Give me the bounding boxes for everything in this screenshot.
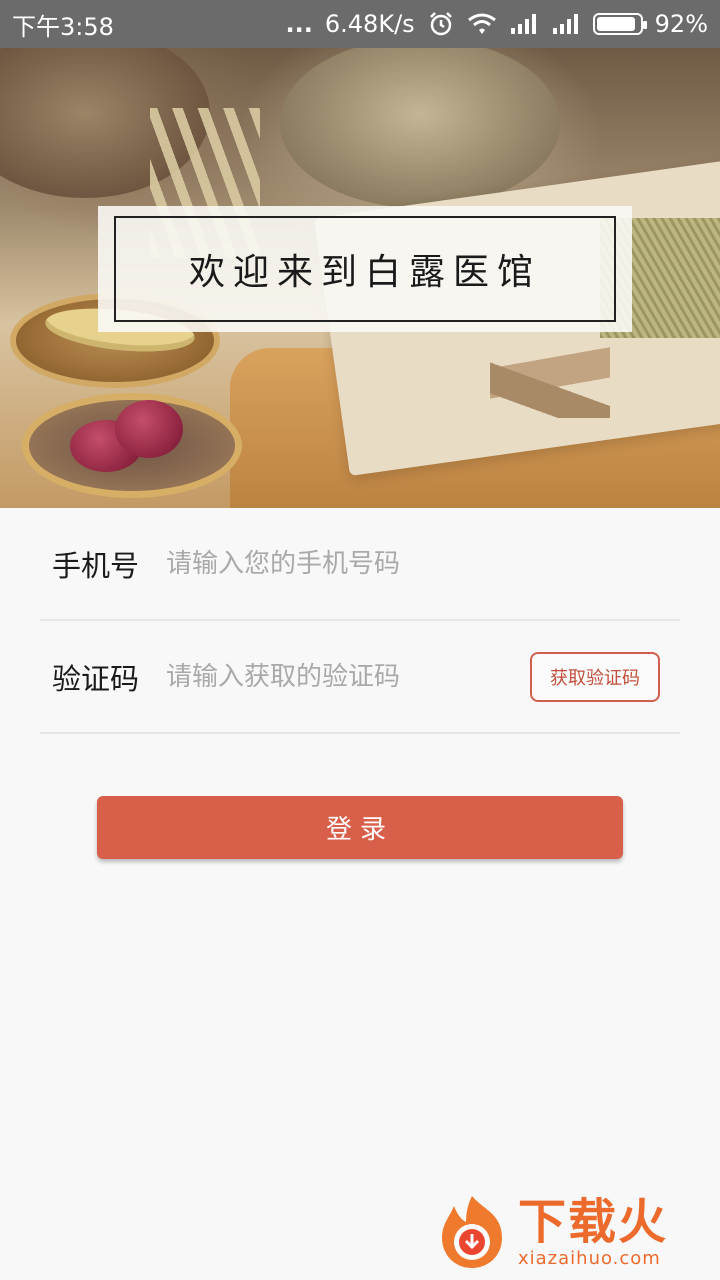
watermark-name: 下载火 [518, 1193, 669, 1250]
signal-icon [509, 12, 539, 36]
watermark-url: xiazaihuo.com [518, 1247, 661, 1269]
phone-label: 手机号 [52, 548, 140, 583]
hero-decor-sack-center [280, 48, 560, 208]
banner-title-card: 欢迎来到白露医馆 [98, 206, 632, 332]
code-label: 验证码 [52, 661, 140, 696]
banner-title-frame: 欢迎来到白露医馆 [114, 216, 616, 322]
alarm-icon [427, 10, 455, 38]
flame-logo-icon [432, 1192, 512, 1272]
code-row: 验证码 获取验证码 [40, 621, 680, 734]
hero-decor-roots [490, 338, 610, 418]
battery-percent: 92% [654, 10, 708, 38]
status-indicators: ... 6.48K/s 92% [286, 10, 708, 38]
watermark: 下载火 xiazaihuo.com [426, 1184, 720, 1280]
banner-title: 欢迎来到白露医馆 [188, 252, 541, 293]
battery-fill [596, 17, 636, 31]
status-time: 下午3:58 [12, 12, 114, 41]
get-code-button[interactable]: 获取验证码 [530, 651, 660, 702]
battery-icon [592, 13, 647, 35]
more-dots: ... [285, 10, 313, 38]
network-speed: 6.48K/s [324, 10, 415, 38]
wifi-icon [467, 12, 497, 36]
phone-input[interactable] [166, 538, 680, 589]
hero-banner: 欢迎来到白露医馆 [0, 48, 720, 508]
verification-code-input[interactable] [166, 651, 530, 702]
phone-row: 手机号 [40, 508, 680, 621]
login-button[interactable]: 登录 [97, 796, 623, 859]
hero-decor-red-date [115, 400, 183, 458]
login-form: 手机号 验证码 获取验证码 [40, 508, 680, 734]
signal-icon-2 [551, 12, 581, 36]
status-bar: 下午3:58 ... 6.48K/s 92% [0, 0, 720, 48]
watermark-texts: 下载火 xiazaihuo.com [518, 1196, 668, 1269]
